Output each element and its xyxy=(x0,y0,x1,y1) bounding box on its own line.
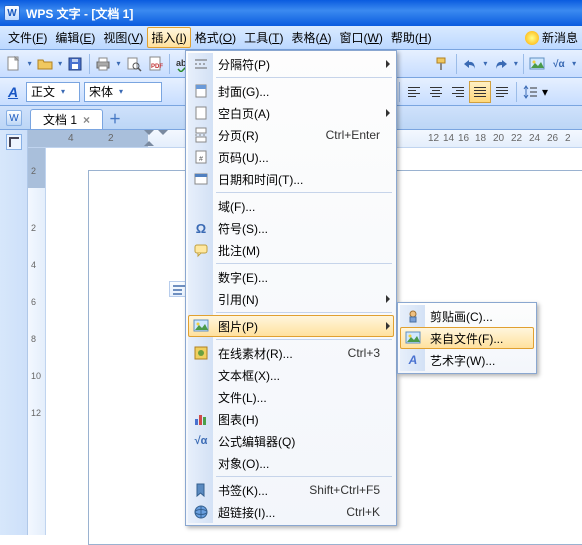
menu-window[interactable]: 窗口(W) xyxy=(336,27,387,48)
menu-item-bookmark[interactable]: 书签(K)...Shift+Ctrl+F5 xyxy=(188,479,394,501)
menu-edit[interactable]: 编辑(E) xyxy=(51,27,99,48)
style-icon: A xyxy=(4,83,22,101)
undo-button[interactable] xyxy=(460,53,481,75)
separator-icon xyxy=(192,55,210,73)
comment-icon xyxy=(192,241,210,259)
symbol-icon: Ω xyxy=(192,219,210,237)
menu-item-blank-page[interactable]: 空白页(A) xyxy=(188,102,394,124)
wordart-icon: A xyxy=(404,351,422,369)
menu-news[interactable]: 新消息 xyxy=(525,29,578,46)
window-title: WPS 文字 - [文档 1] xyxy=(26,5,133,22)
cover-icon xyxy=(192,82,210,100)
align-left-button[interactable] xyxy=(403,81,425,103)
vertical-ruler[interactable]: 2 2 4 6 8 10 12 xyxy=(28,148,46,535)
menu-view[interactable]: 视图(V) xyxy=(99,27,147,48)
from-file-icon xyxy=(404,329,422,347)
align-distribute-button[interactable] xyxy=(491,81,513,103)
open-dropdown[interactable]: ▾ xyxy=(56,59,64,68)
menu-item-separator[interactable]: 分隔符(P) xyxy=(188,53,394,75)
eq-dropdown[interactable]: ▾ xyxy=(570,59,578,68)
menu-item-online-material[interactable]: 在线素材(R)...Ctrl+3 xyxy=(188,342,394,364)
add-tab-button[interactable]: ＋ xyxy=(107,110,123,126)
blank-page-icon xyxy=(192,104,210,122)
menu-item-object[interactable]: 对象(O)... xyxy=(188,452,394,474)
menu-bar: 文件(F) 编辑(E) 视图(V) 插入(I) 格式(O) 工具(T) 表格(A… xyxy=(0,26,582,50)
news-icon xyxy=(525,31,539,45)
insert-picture-button[interactable] xyxy=(527,53,548,75)
align-right-button[interactable] xyxy=(447,81,469,103)
bookmark-icon xyxy=(192,481,210,499)
svg-text:#: # xyxy=(199,156,203,163)
equation-icon: √α xyxy=(192,432,210,450)
print-dropdown[interactable]: ▾ xyxy=(115,59,123,68)
online-material-icon xyxy=(192,344,210,362)
menu-item-reference[interactable]: 引用(N) xyxy=(188,288,394,310)
title-bar: W WPS 文字 - [文档 1] xyxy=(0,0,582,26)
app-logo-icon: W xyxy=(4,5,20,21)
menu-format[interactable]: 格式(O) xyxy=(191,27,240,48)
line-spacing-dropdown[interactable]: ▾ xyxy=(542,85,548,99)
new-doc-button[interactable] xyxy=(4,53,25,75)
close-tab-icon[interactable]: × xyxy=(83,113,90,127)
redo-button[interactable] xyxy=(490,53,511,75)
submenu-item-clipart[interactable]: 剪贴画(C)... xyxy=(400,305,534,327)
align-justify-button[interactable] xyxy=(469,81,491,103)
date-time-icon xyxy=(192,170,210,188)
svg-text:√α: √α xyxy=(553,59,565,70)
insert-menu: 分隔符(P) 封面(G)... 空白页(A) 分页(R)Ctrl+Enter #… xyxy=(185,50,397,526)
svg-text:PDF: PDF xyxy=(151,64,163,70)
menu-file[interactable]: 文件(F) xyxy=(4,27,51,48)
page-number-icon: # xyxy=(192,148,210,166)
picture-submenu: 剪贴画(C)... 来自文件(F)... A艺术字(W)... xyxy=(397,302,537,374)
home-tab-icon[interactable]: W xyxy=(6,110,22,126)
menu-table[interactable]: 表格(A) xyxy=(288,27,336,48)
left-margin-band xyxy=(0,130,28,535)
menu-item-date-time[interactable]: 日期和时间(T)... xyxy=(188,168,394,190)
insert-equation-button[interactable]: √α xyxy=(548,53,569,75)
menu-item-cover[interactable]: 封面(G)... xyxy=(188,80,394,102)
menu-item-picture[interactable]: 图片(P) xyxy=(188,315,394,337)
menu-item-equation[interactable]: √α公式编辑器(Q) xyxy=(188,430,394,452)
undo-dropdown[interactable]: ▾ xyxy=(482,59,490,68)
align-center-button[interactable] xyxy=(425,81,447,103)
export-pdf-button[interactable]: PDF xyxy=(145,53,166,75)
format-painter-button[interactable] xyxy=(432,53,453,75)
line-spacing-button[interactable] xyxy=(520,81,542,103)
menu-item-textbox[interactable]: 文本框(X)... xyxy=(188,364,394,386)
menu-help[interactable]: 帮助(H) xyxy=(387,27,436,48)
menu-item-number[interactable]: 数字(E)... xyxy=(188,266,394,288)
print-button[interactable] xyxy=(93,53,114,75)
menu-item-comment[interactable]: 批注(M) xyxy=(188,239,394,261)
page-break-icon xyxy=(192,126,210,144)
redo-dropdown[interactable]: ▾ xyxy=(512,59,520,68)
menu-item-page-break[interactable]: 分页(R)Ctrl+Enter xyxy=(188,124,394,146)
preview-button[interactable] xyxy=(123,53,144,75)
save-button[interactable] xyxy=(65,53,86,75)
open-button[interactable] xyxy=(34,53,55,75)
tab-doc1[interactable]: 文档 1× xyxy=(30,109,103,129)
picture-icon xyxy=(192,317,210,335)
menu-item-symbol[interactable]: Ω符号(S)... xyxy=(188,217,394,239)
ruler-corner-icon[interactable] xyxy=(6,134,22,150)
menu-item-hyperlink[interactable]: 超链接(I)...Ctrl+K xyxy=(188,501,394,523)
menu-item-chart[interactable]: 图表(H) xyxy=(188,408,394,430)
menu-tools[interactable]: 工具(T) xyxy=(240,27,287,48)
menu-insert[interactable]: 插入(I) xyxy=(147,27,190,48)
clipart-icon xyxy=(404,307,422,325)
menu-item-field[interactable]: 域(F)... xyxy=(188,195,394,217)
style-combo[interactable]: 正文▾ xyxy=(26,82,80,102)
submenu-item-from-file[interactable]: 来自文件(F)... xyxy=(400,327,534,349)
menu-item-page-number[interactable]: #页码(U)... xyxy=(188,146,394,168)
hyperlink-icon xyxy=(192,503,210,521)
chart-icon xyxy=(192,410,210,428)
menu-item-file[interactable]: 文件(L)... xyxy=(188,386,394,408)
submenu-item-wordart[interactable]: A艺术字(W)... xyxy=(400,349,534,371)
new-doc-dropdown[interactable]: ▾ xyxy=(26,59,34,68)
font-combo[interactable]: 宋体▾ xyxy=(84,82,162,102)
